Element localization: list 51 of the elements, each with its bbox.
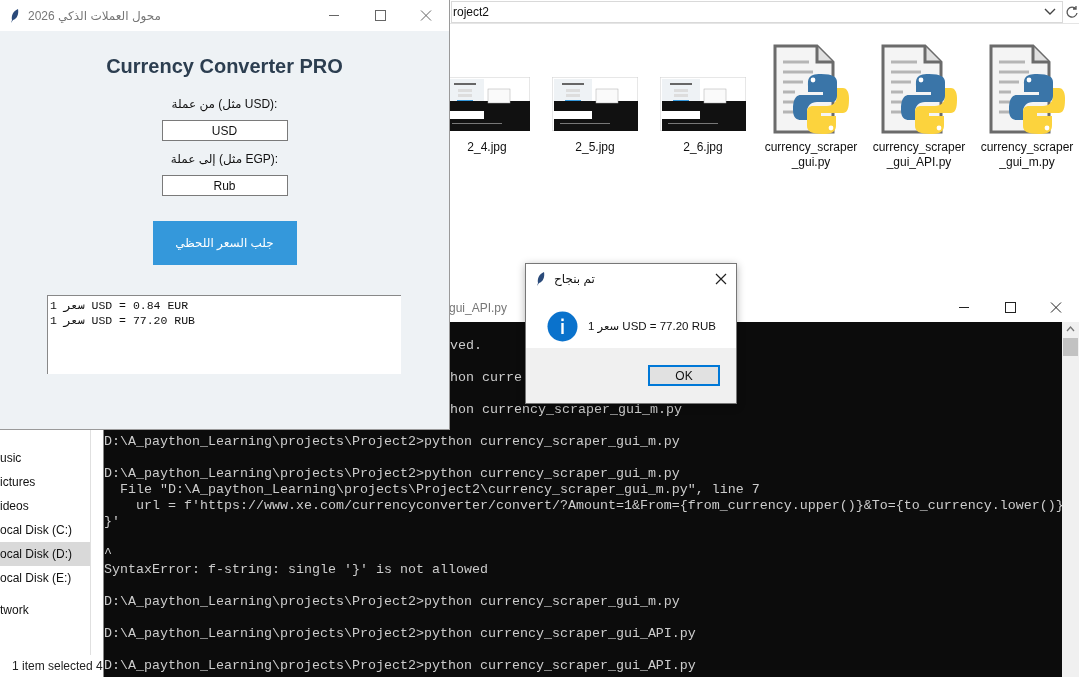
- scrollbar[interactable]: [1062, 322, 1079, 677]
- console-line: }': [104, 514, 120, 530]
- dialog-title: تم بنجاح: [554, 272, 595, 286]
- file-name[interactable]: currency_scraper_gui_m.py: [978, 140, 1076, 170]
- address-field[interactable]: roject2: [451, 0, 1063, 23]
- info-icon: [547, 310, 578, 342]
- status-text: 1 item selected 4: [12, 659, 103, 673]
- console-line: ^: [104, 546, 112, 562]
- console-line: D:\A_paython_Learning\projects\Project2>python currency_scraper_gui_API.py: [104, 626, 696, 642]
- field-label: إلى عملة (مثل EGP):: [170, 151, 279, 167]
- console-line: hon curre: [450, 370, 522, 386]
- input-field[interactable]: Rub: [161, 175, 288, 196]
- sidebar-item[interactable]: ocal Disk (D:): [0, 542, 90, 566]
- script-file-icon: [989, 44, 1065, 134]
- window-title: محول العملات الذكي 2026: [28, 8, 161, 23]
- console-line: D:\A_paython_Learning\projects\Project2>python currency_scraper_gui_m.py: [104, 466, 680, 482]
- console-line: SyntaxError: f-string: single '}' is not allowed: [104, 562, 488, 578]
- file-name[interactable]: 2_6.jpg: [683, 140, 723, 155]
- chevron-down-icon[interactable]: [1044, 7, 1056, 16]
- dialog-message: سعر 1 USD = 77.20 RUB: [588, 319, 716, 333]
- input-field[interactable]: USD: [161, 120, 288, 141]
- window-title: gui_API.py: [449, 300, 509, 315]
- console-line: D:\A_paython_Learning\projects\Project2>python currency_scraper_gui_m.py: [104, 434, 680, 450]
- console-line: D:\A_paython_Learning\projects\Project2>python currency_scraper_gui_API.py: [104, 658, 696, 674]
- sidebar-item[interactable]: ideos: [0, 494, 90, 518]
- app-heading: Currency Converter PRO: [106, 54, 343, 79]
- result-line: سعر 1 USD = 0.84 EUR: [50, 298, 189, 313]
- sidebar-item[interactable]: usic: [0, 446, 90, 470]
- script-file-icon: [881, 44, 957, 134]
- script-file-icon: [773, 44, 849, 134]
- console-line: hon currency_scraper_gui_m.py: [450, 402, 682, 418]
- feather-icon: [536, 271, 546, 287]
- file-name[interactable]: currency_scraper_gui_API.py: [870, 140, 968, 170]
- console-line: ved.: [450, 338, 482, 354]
- field-label: من عملة (مثل USD):: [171, 96, 278, 112]
- feather-icon: [10, 7, 20, 24]
- sidebar-item[interactable]: ocal Disk (C:): [0, 518, 90, 542]
- sidebar-item[interactable]: ocal Disk (E:): [0, 566, 90, 590]
- ok-button[interactable]: OK: [648, 365, 720, 386]
- console-line: D:\A_paython_Learning\projects\Project2>python currency_scraper_gui_m.py: [104, 594, 680, 610]
- sidebar-item[interactable]: twork: [0, 598, 90, 622]
- scroll-thumb[interactable]: [1063, 338, 1078, 356]
- file-name[interactable]: 2_5.jpg: [575, 140, 615, 155]
- refresh-icon[interactable]: [1065, 4, 1079, 19]
- console-line: File "D:\A_paython_Learning\projects\Project2\currency_scraper_gui_m.py", line 7: [119, 482, 760, 498]
- address-text: roject2: [453, 4, 491, 19]
- console-line: url = f'https://www.xe.com/currencyconverter/convert/?Amount=1&From={from_currency.upper()}&To={to_currency.lower()}: [135, 498, 1062, 514]
- file-name[interactable]: currency_scraper_gui.py: [762, 140, 860, 170]
- file-name[interactable]: 2_4.jpg: [467, 140, 507, 155]
- sidebar-item[interactable]: ictures: [0, 470, 90, 494]
- result-line: سعر 1 USD = 77.20 RUB: [50, 313, 195, 328]
